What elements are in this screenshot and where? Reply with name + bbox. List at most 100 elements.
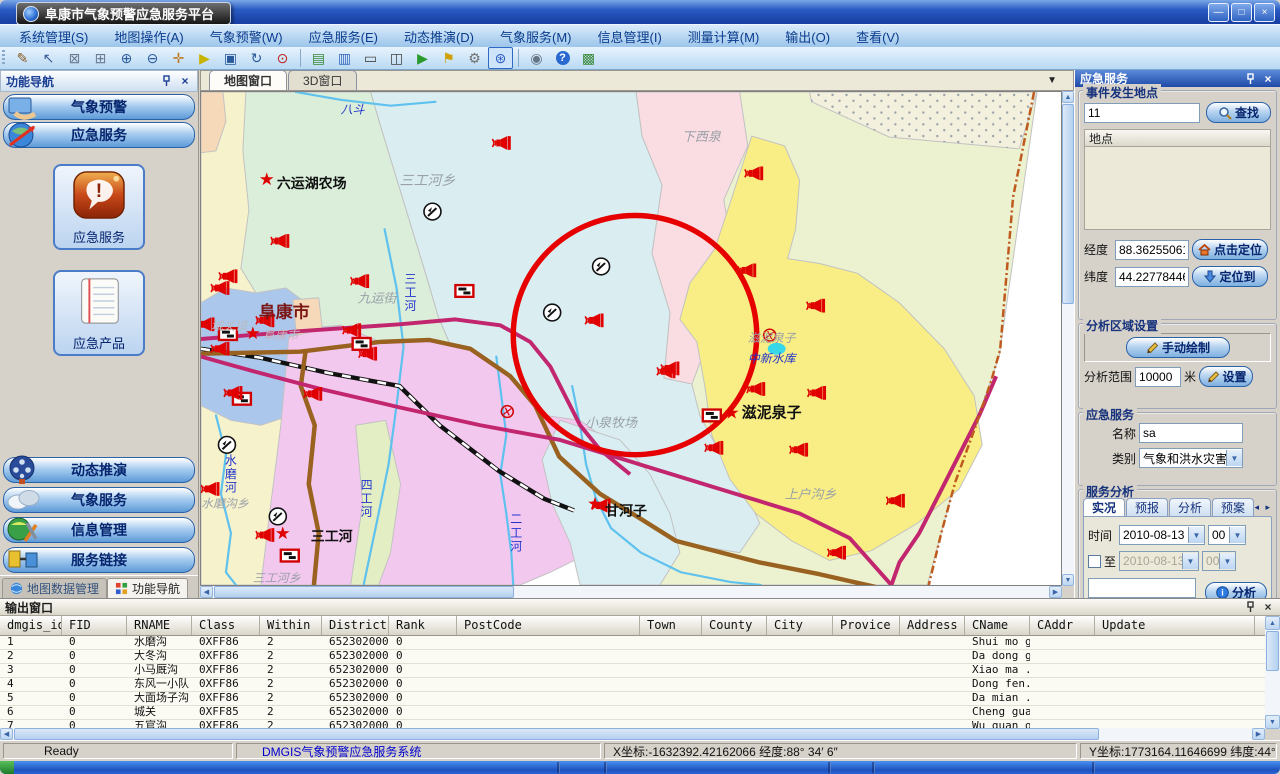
- column-header[interactable]: City: [767, 616, 833, 635]
- print-preview-icon[interactable]: ◫: [384, 47, 409, 69]
- pin-icon[interactable]: [1243, 72, 1257, 86]
- hour-to-select[interactable]: 00▼: [1202, 551, 1236, 571]
- table-row[interactable]: 50大面场子沟0XFF8626523020000Da mian ...: [0, 692, 1265, 706]
- output-scroll-left-icon[interactable]: ◀: [0, 728, 13, 740]
- close-icon[interactable]: ×: [178, 74, 192, 88]
- menu-item[interactable]: 动态推演(D): [391, 25, 487, 48]
- map-tab[interactable]: 3D窗口: [288, 70, 357, 90]
- left-panel-tab[interactable]: 地图数据管理: [2, 578, 107, 598]
- place-pin-icon[interactable]: ⚑: [436, 47, 461, 69]
- analysis-tab[interactable]: 分析: [1169, 498, 1211, 516]
- column-header[interactable]: dmgis_id: [0, 616, 62, 635]
- map-scroll-right-icon[interactable]: ▶: [1049, 586, 1062, 598]
- menu-item[interactable]: 气象服务(M): [487, 25, 585, 48]
- identify-icon[interactable]: ⊙: [270, 47, 295, 69]
- map-service-globe-icon[interactable]: ⊛: [488, 47, 513, 69]
- station-flag-icon[interactable]: [703, 410, 721, 422]
- output-vscrollbar[interactable]: ▲ ▼: [1265, 616, 1280, 729]
- map-vscroll-thumb[interactable]: [1062, 104, 1074, 304]
- nav-group-link[interactable]: 服务链接: [3, 547, 195, 573]
- settings-gear-icon[interactable]: ⚙: [462, 47, 487, 69]
- location-list[interactable]: [1084, 147, 1271, 230]
- hour-select[interactable]: 00▼: [1208, 525, 1246, 545]
- column-header[interactable]: Within: [260, 616, 322, 635]
- table-row[interactable]: 40东风一小队0XFF8626523020000Dong fen...: [0, 678, 1265, 692]
- left-panel-tab[interactable]: 功能导航: [107, 578, 188, 598]
- table-row[interactable]: 30小马厩沟0XFF8626523020000Xiao ma ...: [0, 664, 1265, 678]
- landmark-icon[interactable]: [593, 258, 610, 275]
- restore-button[interactable]: □: [1231, 3, 1252, 22]
- select-polygon-icon[interactable]: ⊞: [88, 47, 113, 69]
- table-row[interactable]: 60城关0XFF8526523020000Cheng guan: [0, 706, 1265, 720]
- output-table-header[interactable]: dmgis_idFIDRNAMEClassWithinDistrictRankP…: [0, 616, 1265, 636]
- nav-group-reel[interactable]: 动态推演: [3, 457, 195, 483]
- map-scroll-down-icon[interactable]: ▼: [1062, 574, 1074, 586]
- column-header[interactable]: County: [702, 616, 767, 635]
- manual-draw-button[interactable]: 手动绘制: [1126, 337, 1230, 358]
- service-type-select[interactable]: 气象和洪水灾害 ▼: [1139, 448, 1243, 468]
- measure-tool-icon[interactable]: ✎: [10, 47, 35, 69]
- layers-icon[interactable]: ▤: [306, 47, 331, 69]
- column-header[interactable]: Provice: [833, 616, 900, 635]
- column-header[interactable]: FID: [62, 616, 127, 635]
- select-pointer-icon[interactable]: ↖: [36, 47, 61, 69]
- export-map-icon[interactable]: ▥: [332, 47, 357, 69]
- tab-scroll-arrows[interactable]: ◂ ▸: [1254, 502, 1272, 513]
- analysis-range-input[interactable]: [1135, 367, 1181, 387]
- menu-item[interactable]: 应急服务(E): [296, 25, 391, 48]
- table-row[interactable]: 70五官沟0XFF8626523020000Wu guan gou: [0, 720, 1265, 728]
- output-scroll-right-icon[interactable]: ▶: [1252, 728, 1265, 740]
- zoom-out-icon[interactable]: ⊖: [140, 47, 165, 69]
- output-scroll-down-icon[interactable]: ▼: [1265, 715, 1280, 729]
- landmark-icon[interactable]: [424, 203, 441, 220]
- map-scroll-up-icon[interactable]: ▲: [1062, 91, 1074, 103]
- to-checkbox[interactable]: [1088, 555, 1101, 568]
- big-button-notepad[interactable]: 应急产品: [53, 270, 145, 356]
- pin-icon[interactable]: [159, 74, 173, 88]
- close-icon[interactable]: ×: [1261, 600, 1275, 614]
- analysis-tab[interactable]: 预报: [1126, 498, 1168, 516]
- map-scroll-left-icon[interactable]: ◀: [200, 586, 213, 598]
- map-hscrollbar[interactable]: ◀ ▶: [200, 586, 1062, 598]
- refresh-map-icon[interactable]: ↻: [244, 47, 269, 69]
- nav-group-card[interactable]: 气象预警: [3, 94, 195, 120]
- service-name-input[interactable]: [1139, 423, 1243, 443]
- menu-item[interactable]: 输出(O): [772, 25, 843, 48]
- column-header[interactable]: Update: [1095, 616, 1255, 635]
- output-hscroll-thumb[interactable]: [14, 728, 1099, 740]
- full-extent-icon[interactable]: ▣: [218, 47, 243, 69]
- close-button[interactable]: ×: [1254, 3, 1275, 22]
- column-header[interactable]: Address: [900, 616, 965, 635]
- map-tab[interactable]: 地图窗口: [209, 70, 287, 90]
- big-button-alert[interactable]: !应急服务: [53, 164, 145, 250]
- landmark-icon[interactable]: [218, 437, 235, 454]
- chevron-down-icon[interactable]: ▼: [1226, 450, 1242, 466]
- minimize-button[interactable]: —: [1208, 3, 1229, 22]
- analysis-tab[interactable]: 实况: [1083, 498, 1125, 516]
- table-row[interactable]: 10水磨沟0XFF8626523020000Shui mo gou: [0, 636, 1265, 650]
- menu-item[interactable]: 查看(V): [843, 25, 912, 48]
- menu-item[interactable]: 气象预警(W): [197, 25, 296, 48]
- table-row[interactable]: 20大冬沟0XFF8626523020000Da dong gou: [0, 650, 1265, 664]
- star-marker-icon[interactable]: ★: [587, 494, 603, 514]
- output-hscrollbar[interactable]: ◀ ▶: [0, 728, 1265, 740]
- analysis-tab[interactable]: 预案: [1212, 498, 1254, 516]
- star-marker-icon[interactable]: ★: [275, 523, 291, 543]
- location-list-header[interactable]: 地点: [1084, 129, 1271, 147]
- visibility-eye-icon[interactable]: ◉: [524, 47, 549, 69]
- overview-window-icon[interactable]: ▩: [576, 47, 601, 69]
- nav-group-globe-tools[interactable]: 信息管理: [3, 517, 195, 543]
- select-rectangle-icon[interactable]: ⊠: [62, 47, 87, 69]
- pan-hand-icon[interactable]: ✛: [166, 47, 191, 69]
- column-header[interactable]: CAddr: [1030, 616, 1095, 635]
- click-locate-button[interactable]: 点击定位: [1192, 239, 1268, 260]
- help-icon[interactable]: ?: [550, 47, 575, 69]
- menu-item[interactable]: 地图操作(A): [101, 25, 196, 48]
- menu-item[interactable]: 系统管理(S): [6, 25, 101, 48]
- pin-icon[interactable]: [1243, 600, 1257, 614]
- map-hscroll-thumb[interactable]: [214, 586, 514, 598]
- latitude-input[interactable]: [1115, 267, 1189, 287]
- menu-item[interactable]: 测量计算(M): [675, 25, 773, 48]
- station-flag-icon[interactable]: [353, 338, 371, 350]
- column-header[interactable]: PostCode: [457, 616, 640, 635]
